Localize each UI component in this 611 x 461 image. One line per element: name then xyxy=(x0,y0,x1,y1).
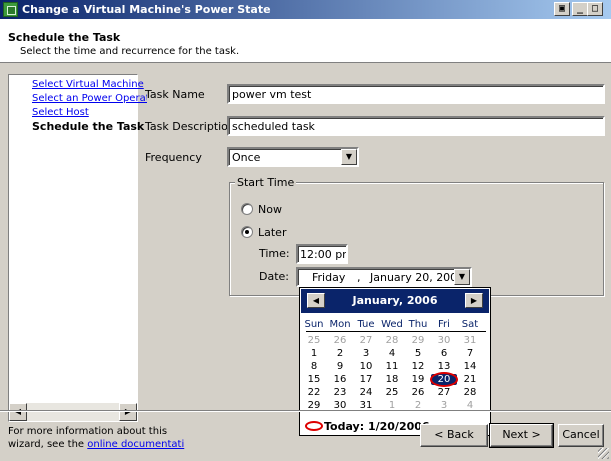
footer-info-line2: wizard, see the online documentati xyxy=(8,439,184,450)
calendar-day[interactable]: 5 xyxy=(405,348,431,359)
weekday-header: Mon xyxy=(329,319,351,330)
next-month-icon[interactable]: ▶ xyxy=(465,293,483,308)
weekday-header: Tue xyxy=(357,319,375,330)
weekday-divider xyxy=(306,331,486,332)
calendar-day[interactable]: 10 xyxy=(353,361,379,372)
weekday-header: Sat xyxy=(461,319,479,330)
back-button[interactable]: < Back xyxy=(420,424,488,447)
nav-select-power-operation[interactable]: Select an Power Operation xyxy=(32,93,147,104)
scroll-left-icon[interactable]: ◀ xyxy=(9,403,27,421)
today-circle-icon xyxy=(305,421,323,431)
date-separator: , xyxy=(357,271,361,284)
weekday-header: Thu xyxy=(408,319,428,330)
calendar-day[interactable]: 23 xyxy=(327,387,353,398)
calendar-day[interactable]: 13 xyxy=(431,361,457,372)
calendar-day[interactable]: 15 xyxy=(301,374,327,385)
calendar-day[interactable]: 26 xyxy=(405,387,431,398)
task-name-input[interactable]: power vm test xyxy=(227,84,605,104)
calendar-day[interactable]: 11 xyxy=(379,361,405,372)
minimize-button[interactable]: _ xyxy=(572,2,588,16)
calendar-day[interactable]: 4 xyxy=(379,348,405,359)
frequency-select[interactable]: Once ▼ xyxy=(227,147,359,167)
calendar-day[interactable]: 12 xyxy=(405,361,431,372)
nav-horizontal-scrollbar[interactable]: ◀ ▶ xyxy=(9,403,137,421)
page-title: Schedule the Task xyxy=(8,31,121,44)
app-icon xyxy=(3,2,18,17)
today-link[interactable]: Today: 1/20/2006 xyxy=(324,420,430,433)
window-title-bar[interactable]: Change a Virtual Machine's Power State ▣… xyxy=(0,0,611,19)
calendar-day[interactable]: 7 xyxy=(457,348,483,359)
calendar-day[interactable]: 31 xyxy=(457,335,483,346)
wizard-header: Schedule the Task Select the time and re… xyxy=(0,19,611,63)
calendar-day[interactable]: 27 xyxy=(353,335,379,346)
calendar-month-title: January, 2006 xyxy=(352,294,438,307)
calendar-day[interactable]: 3 xyxy=(353,348,379,359)
calendar-day[interactable]: 25 xyxy=(301,335,327,346)
calendar-day[interactable]: 6 xyxy=(431,348,457,359)
calendar-day[interactable]: 24 xyxy=(353,387,379,398)
calendar-day[interactable]: 30 xyxy=(431,335,457,346)
calendar-day[interactable]: 28 xyxy=(379,335,405,346)
now-radio[interactable] xyxy=(241,203,253,215)
weekday-header: Fri xyxy=(438,319,450,330)
scroll-right-icon[interactable]: ▶ xyxy=(119,403,137,421)
online-documentation-link[interactable]: online documentati xyxy=(87,439,184,450)
later-label[interactable]: Later xyxy=(258,226,286,239)
calendar-header: ◀ January, 2006 ▶ xyxy=(301,289,489,313)
footer-info-line1: For more information about this xyxy=(8,426,168,437)
time-input[interactable]: 12:00 pm xyxy=(296,244,348,264)
nav-select-virtual-machine[interactable]: Select Virtual Machine xyxy=(32,79,147,90)
wizard-steps-panel: Select Virtual Machine Select an Power O… xyxy=(8,74,147,422)
calendar-day[interactable]: 14 xyxy=(457,361,483,372)
calendar-day[interactable]: 2 xyxy=(327,348,353,359)
calendar-day[interactable]: 27 xyxy=(431,387,457,398)
calendar-day[interactable]: 29 xyxy=(405,335,431,346)
calendar-popup: ◀ January, 2006 ▶ Sun Mon Tue Wed Thu Fri Sat 2… xyxy=(299,287,491,436)
calendar-day[interactable]: 19 xyxy=(405,374,431,385)
chevron-down-icon[interactable]: ▼ xyxy=(454,269,470,285)
calendar-day[interactable]: 16 xyxy=(327,374,353,385)
calendar-day[interactable]: 18 xyxy=(379,374,405,385)
date-weekday: Friday xyxy=(312,271,346,284)
restore-button[interactable]: ▣ xyxy=(554,2,570,16)
calendar-day[interactable]: 25 xyxy=(379,387,405,398)
now-label[interactable]: Now xyxy=(258,203,282,216)
nav-schedule-task: Schedule the Task xyxy=(32,120,145,133)
date-picker[interactable]: Friday , January 20, 2006 ▼ xyxy=(296,267,472,287)
task-description-input[interactable]: scheduled task xyxy=(227,116,605,136)
calendar-day[interactable]: 1 xyxy=(301,348,327,359)
calendar-day[interactable]: 28 xyxy=(457,387,483,398)
later-radio[interactable] xyxy=(241,226,253,238)
calendar-day[interactable]: 21 xyxy=(457,374,483,385)
date-month-day-year: January 20, 2006 xyxy=(370,271,465,284)
calendar-day[interactable]: 17 xyxy=(353,374,379,385)
weekday-header: Wed xyxy=(381,319,403,330)
frequency-value: Once xyxy=(232,151,261,164)
calendar-day[interactable]: 8 xyxy=(301,361,327,372)
frequency-label: Frequency xyxy=(145,151,202,164)
footer-divider xyxy=(0,410,611,412)
start-time-legend: Start Time xyxy=(235,176,297,189)
selected-day-circle-icon xyxy=(430,372,458,387)
window-title: Change a Virtual Machine's Power State xyxy=(22,3,271,16)
maximize-button[interactable]: □ xyxy=(587,2,603,16)
chevron-down-icon[interactable]: ▼ xyxy=(341,149,357,165)
next-button[interactable]: Next > xyxy=(489,423,554,448)
weekday-header: Sun xyxy=(304,319,324,330)
calendar-day[interactable]: 26 xyxy=(327,335,353,346)
footer-info-prefix: wizard, see the xyxy=(8,439,85,450)
calendar-day[interactable]: 22 xyxy=(301,387,327,398)
date-label: Date: xyxy=(259,270,289,283)
time-label: Time: xyxy=(259,247,290,260)
task-description-label: Task Description xyxy=(145,120,235,133)
task-name-label: Task Name xyxy=(145,88,205,101)
nav-select-host[interactable]: Select Host xyxy=(32,107,147,118)
resize-grip-icon[interactable] xyxy=(598,448,609,459)
page-subtitle: Select the time and recurrence for the t… xyxy=(20,46,240,57)
calendar-day[interactable]: 9 xyxy=(327,361,353,372)
cancel-button[interactable]: Cancel xyxy=(558,424,604,447)
